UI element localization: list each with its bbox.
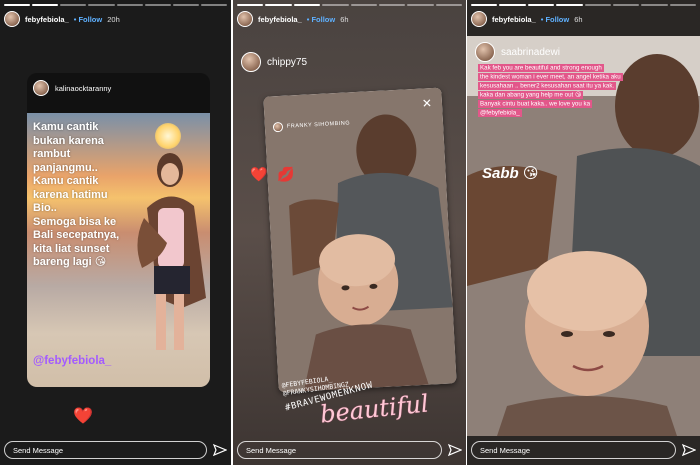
card-username: kalinaocktaranny [55, 83, 112, 93]
username[interactable]: febyfebiola_ [25, 15, 69, 24]
username[interactable]: febyfebiola_ [258, 15, 302, 24]
story-progress-bar [4, 4, 227, 6]
send-message-input[interactable]: Send Message [471, 441, 676, 459]
lips-sticker: 💋 [277, 166, 295, 182]
story-time: 6h [574, 14, 583, 24]
story-progress-bar [471, 4, 696, 6]
avatar [33, 80, 49, 96]
card-header: saabrinadewi [475, 42, 560, 62]
story-header: febyfebiola_ • Follow 6h [471, 8, 696, 30]
card-header: kalinaocktaranny [27, 73, 210, 103]
photo-illustration [263, 87, 457, 393]
heart-sticker: ❤️ [250, 166, 268, 182]
reshared-story-card[interactable]: kalinaocktaranny Kamu cantik bukan karen… [27, 73, 210, 387]
story-progress-bar [237, 4, 462, 6]
story-panel-1: febyfebiola_ • Follow 20h kalinaocktaran… [0, 0, 231, 465]
sun [155, 123, 181, 149]
close-icon[interactable]: ✕ [422, 96, 433, 111]
follow-button[interactable]: • Follow [541, 15, 569, 24]
avatar [272, 121, 284, 133]
heart-sticker: ❤️ [73, 408, 93, 425]
paper-plane-icon[interactable] [682, 443, 696, 457]
avatar[interactable] [4, 11, 20, 27]
paper-plane-icon[interactable] [213, 443, 227, 457]
card-username: saabrinadewi [501, 46, 560, 58]
sabb-text: Sabb 😘 [482, 165, 539, 182]
paper-plane-icon[interactable] [448, 443, 462, 457]
story-footer: Send Message [4, 439, 227, 461]
send-message-input[interactable]: Send Message [237, 441, 442, 459]
head-shave-photo [263, 87, 457, 393]
kiss-emoji: 😘 [522, 165, 539, 182]
reshare-username: FRANKY SIHOMBING [286, 120, 351, 130]
pink-message-text: Kak feb you are beautiful and strong eno… [478, 63, 623, 117]
card-header: chippy75 [241, 52, 307, 72]
story-text: Kamu cantik bukan karena rambut panjangm… [33, 121, 120, 268]
sticker-group: ❤️ 💋 [250, 166, 301, 183]
story-time: 20h [107, 14, 120, 24]
mention-tag[interactable]: @febyfebiola_ [33, 355, 111, 367]
story-footer: Send Message [237, 439, 462, 461]
follow-button[interactable]: • Follow [307, 15, 335, 24]
reshared-photo-card[interactable]: FRANKY SIHOMBING ✕ [263, 87, 457, 393]
card-username: chippy75 [267, 56, 308, 68]
avatar [241, 52, 261, 72]
follow-button[interactable]: • Follow [74, 15, 102, 24]
send-message-input[interactable]: Send Message [4, 441, 207, 459]
avatar[interactable] [237, 11, 253, 27]
avatar[interactable] [471, 11, 487, 27]
avatar [475, 42, 495, 62]
story-time: 6h [340, 14, 349, 24]
story-header: febyfebiola_ • Follow 20h [4, 8, 227, 30]
username[interactable]: febyfebiola_ [492, 15, 536, 24]
story-header: febyfebiola_ • Follow 6h [237, 8, 462, 30]
story-footer: Send Message [471, 439, 696, 461]
